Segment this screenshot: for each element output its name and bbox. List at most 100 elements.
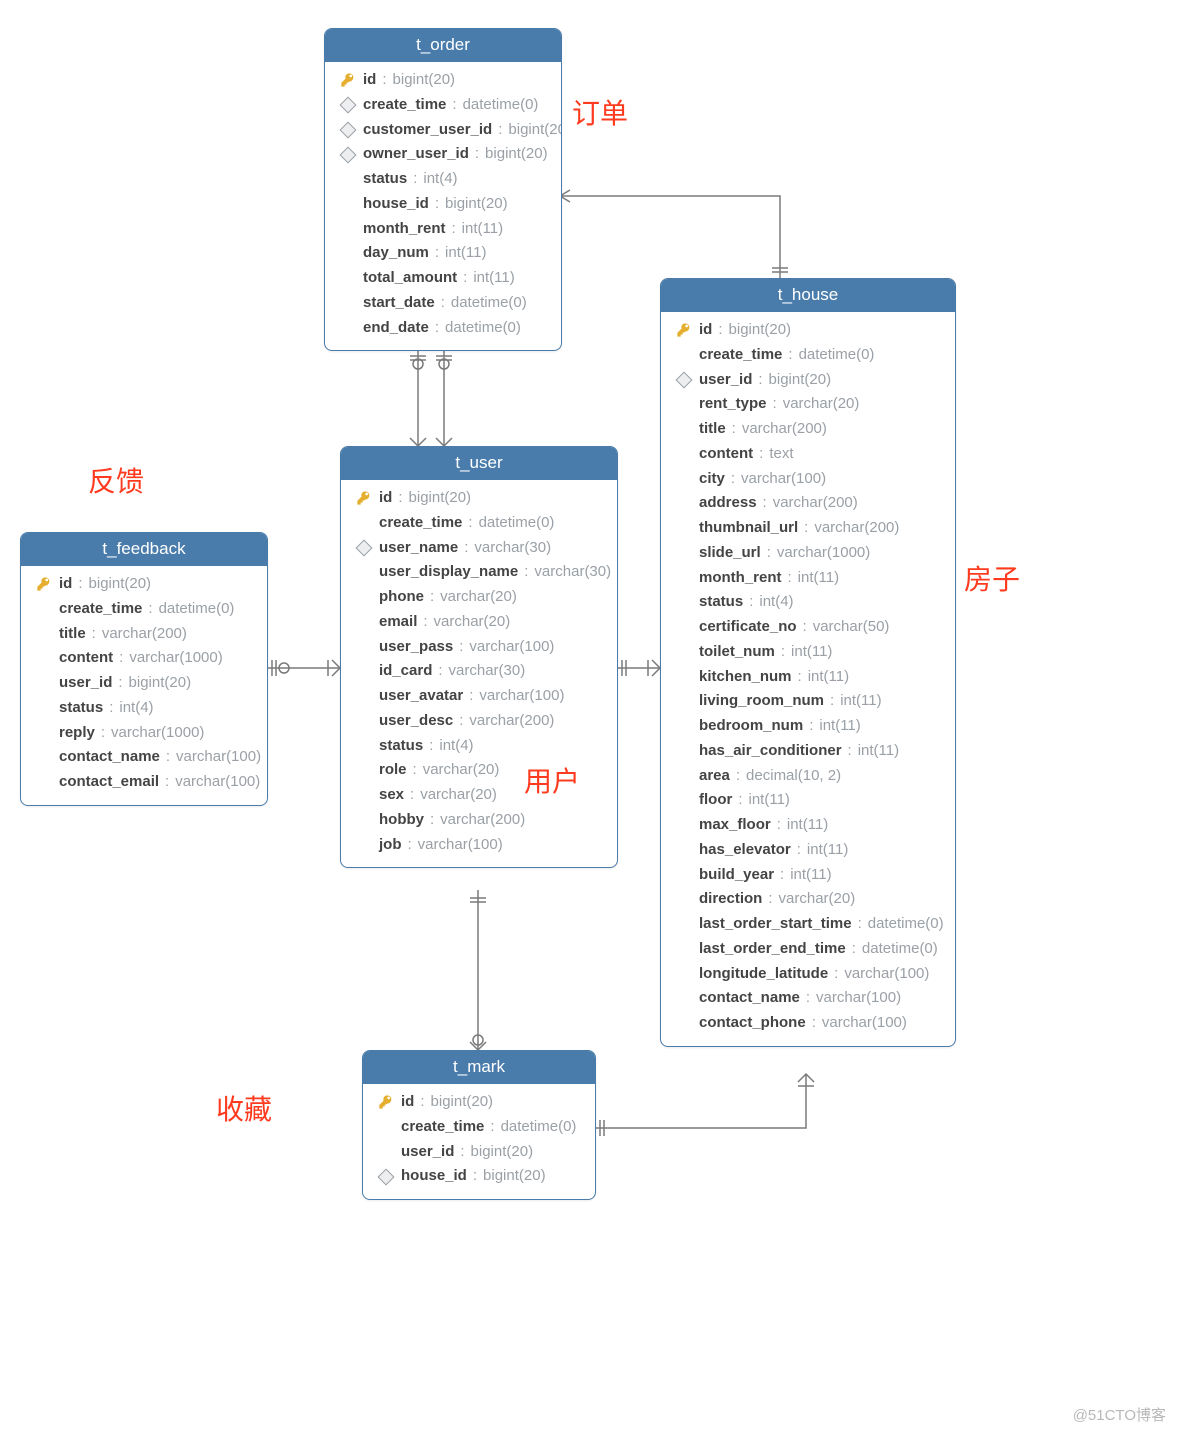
field-colon: : [166, 745, 170, 770]
field-type: varchar(20) [779, 887, 856, 912]
field-type: varchar(1000) [111, 721, 204, 746]
field-type: int(11) [808, 665, 849, 690]
field-type: bigint(20) [129, 671, 192, 696]
field-colon: : [781, 640, 785, 665]
field-name: create_time [363, 93, 446, 118]
field-colon: : [441, 291, 445, 316]
field-row: day_num: int(11) [335, 241, 551, 266]
field-type: int(11) [473, 266, 514, 291]
field-row: bedroom_num: int(11) [671, 714, 945, 739]
field-row: slide_url: varchar(1000) [671, 541, 945, 566]
entity-title: t_house [661, 279, 955, 312]
field-name: id [401, 1090, 414, 1115]
field-row: title: varchar(200) [671, 417, 945, 442]
field-colon: : [435, 192, 439, 217]
field-name: house_id [363, 192, 429, 217]
field-name: role [379, 758, 407, 783]
field-row: status: int(4) [31, 696, 257, 721]
field-colon: : [430, 808, 434, 833]
field-row: title: varchar(200) [31, 622, 257, 647]
field-name: create_time [401, 1115, 484, 1140]
field-type: int(11) [840, 689, 881, 714]
field-row: last_order_start_time: datetime(0) [671, 912, 945, 937]
field-colon: : [803, 615, 807, 640]
field-colon: : [758, 368, 762, 393]
field-type: varchar(200) [440, 808, 525, 833]
field-type: varchar(100) [741, 467, 826, 492]
field-colon: : [109, 696, 113, 721]
field-colon: : [830, 689, 834, 714]
field-colon: : [798, 665, 802, 690]
field-type: datetime(0) [159, 597, 235, 622]
annotation-user: 用户 [524, 760, 580, 800]
field-colon: : [498, 118, 502, 143]
field-row: user_id: bigint(20) [31, 671, 257, 696]
field-name: create_time [699, 343, 782, 368]
field-name: customer_user_id [363, 118, 492, 143]
field-type: int(4) [439, 734, 473, 759]
field-colon: : [459, 635, 463, 660]
field-type: int(11) [798, 566, 839, 591]
field-row: status: int(4) [335, 167, 551, 192]
field-row: total_amount: int(11) [335, 266, 551, 291]
field-row: status: int(4) [671, 590, 945, 615]
field-row: create_time: datetime(0) [31, 597, 257, 622]
field-type: bigint(20) [409, 486, 472, 511]
field-colon: : [165, 770, 169, 795]
field-type: decimal(10, 2) [746, 764, 841, 789]
field-colon: : [763, 491, 767, 516]
field-name: certificate_no [699, 615, 797, 640]
field-type: datetime(0) [479, 511, 555, 536]
field-colon: : [834, 962, 838, 987]
field-row: user_id: bigint(20) [671, 368, 945, 393]
field-row: user_pass: varchar(100) [351, 635, 607, 660]
field-type: varchar(100) [418, 833, 503, 858]
index-diamond-icon [339, 149, 357, 161]
field-name: title [59, 622, 86, 647]
field-colon: : [524, 560, 528, 585]
field-type: bigint(20) [471, 1140, 534, 1165]
field-name: address [699, 491, 757, 516]
field-colon: : [452, 93, 456, 118]
field-name: job [379, 833, 402, 858]
field-name: hobby [379, 808, 424, 833]
index-diamond-icon [339, 99, 357, 111]
field-name: owner_user_id [363, 142, 469, 167]
field-type: varchar(100) [175, 770, 260, 795]
entity-title: t_feedback [21, 533, 267, 566]
field-colon: : [413, 758, 417, 783]
field-type: varchar(100) [844, 962, 929, 987]
field-colon: : [469, 684, 473, 709]
field-name: reply [59, 721, 95, 746]
field-name: kitchen_num [699, 665, 792, 690]
field-row: house_id: bigint(20) [335, 192, 551, 217]
field-type: varchar(100) [822, 1011, 907, 1036]
field-colon: : [475, 142, 479, 167]
primary-key-icon [339, 72, 357, 88]
field-name: start_date [363, 291, 435, 316]
field-name: rent_type [699, 392, 767, 417]
field-name: city [699, 467, 725, 492]
field-row: house_id: bigint(20) [373, 1164, 585, 1189]
field-colon: : [812, 1011, 816, 1036]
field-name: total_amount [363, 266, 457, 291]
field-name: bedroom_num [699, 714, 803, 739]
field-name: contact_phone [699, 1011, 806, 1036]
field-name: thumbnail_url [699, 516, 798, 541]
entity-fields: id: bigint(20)create_time: datetime(0)us… [661, 312, 955, 1046]
field-row: rent_type: varchar(20) [671, 392, 945, 417]
field-row: last_order_end_time: datetime(0) [671, 937, 945, 962]
field-colon: : [809, 714, 813, 739]
field-type: varchar(20) [420, 783, 497, 808]
field-row: id: bigint(20) [671, 318, 945, 343]
field-name: contact_email [59, 770, 159, 795]
field-row: living_room_num: int(11) [671, 689, 945, 714]
field-row: longitude_latitude: varchar(100) [671, 962, 945, 987]
entity-fields: id: bigint(20)create_time: datetime(0)cu… [325, 62, 561, 350]
index-diamond-icon [355, 542, 373, 554]
field-colon: : [423, 610, 427, 635]
field-colon: : [736, 764, 740, 789]
field-row: create_time: datetime(0) [351, 511, 607, 536]
field-name: user_display_name [379, 560, 518, 585]
field-colon: : [460, 1140, 464, 1165]
